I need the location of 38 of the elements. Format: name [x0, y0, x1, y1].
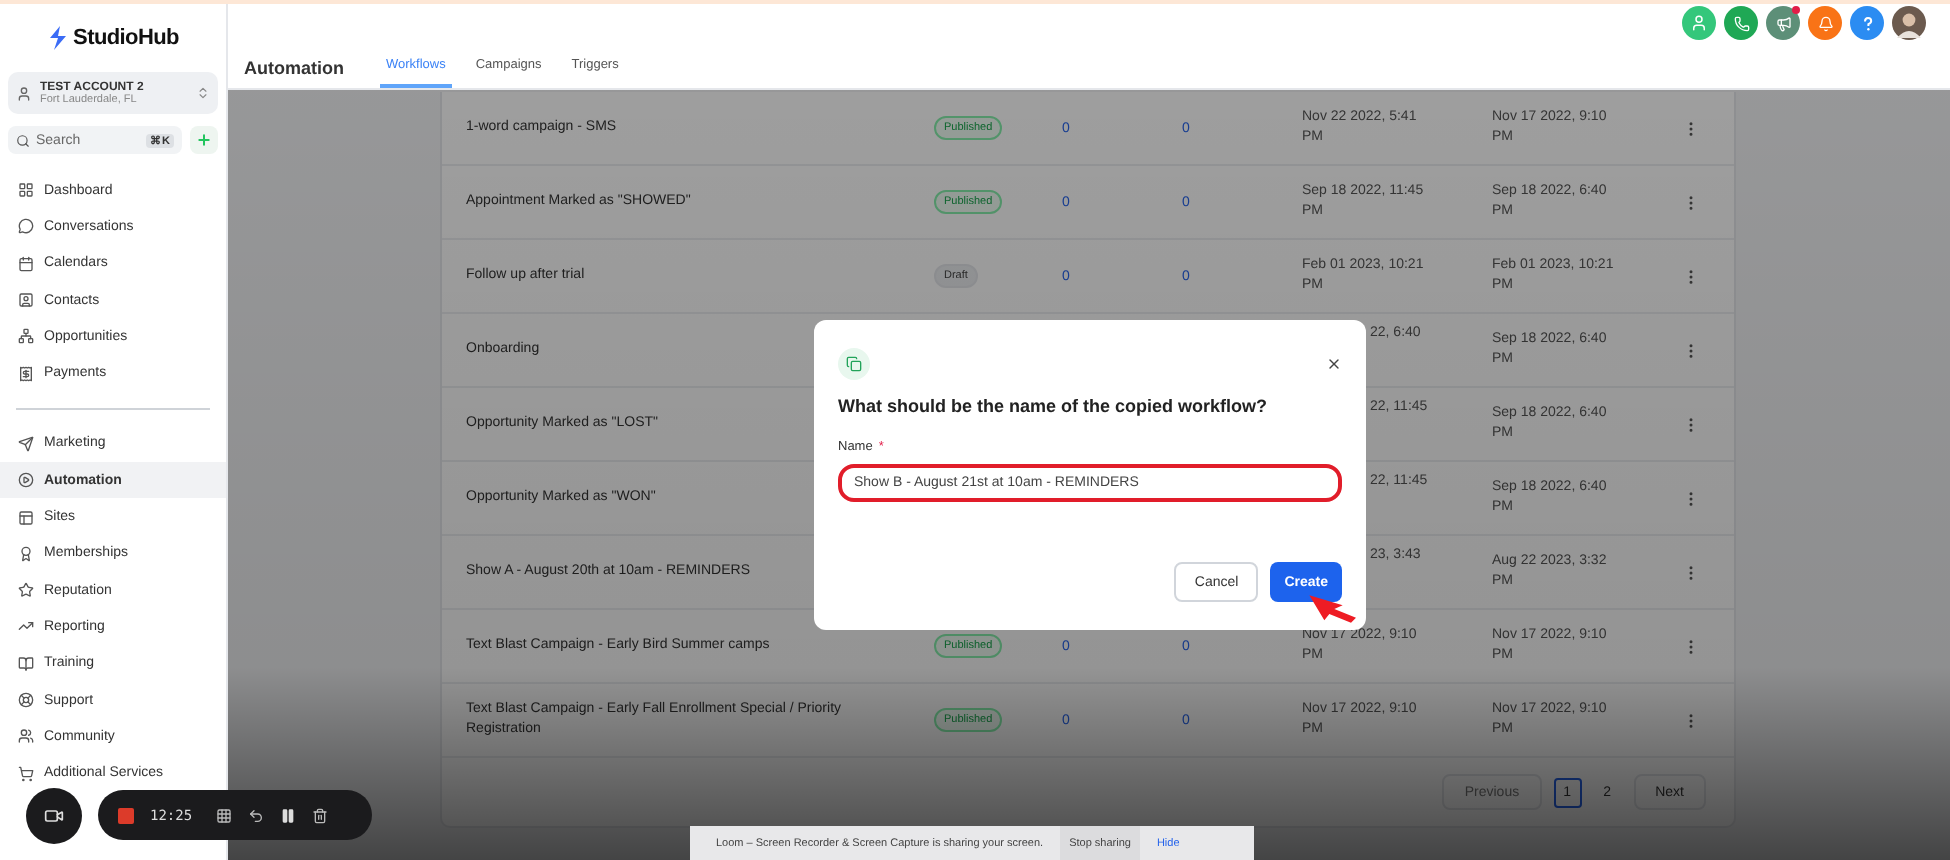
grid-icon	[18, 182, 34, 199]
contact-card-icon	[18, 292, 34, 309]
receipt-icon	[18, 365, 34, 382]
star-icon	[18, 582, 34, 599]
stop-button[interactable]	[118, 807, 134, 823]
app-logo: StudioHub	[73, 26, 179, 50]
arrow-annotation	[1309, 595, 1356, 623]
window-icon	[18, 509, 34, 526]
megaphone-icon[interactable]	[1766, 6, 1800, 40]
play-circle-icon	[18, 472, 34, 489]
cart-icon	[18, 765, 34, 782]
logo-icon	[47, 26, 68, 50]
chat-bubble-icon	[18, 218, 34, 235]
video-camera-icon	[44, 806, 64, 826]
phone-icon[interactable]	[1724, 6, 1758, 40]
calendar-icon	[18, 255, 34, 272]
award-icon	[18, 545, 34, 562]
undo-icon[interactable]	[248, 807, 265, 823]
people-icon	[18, 728, 34, 745]
trash-icon[interactable]	[312, 807, 329, 823]
page-title: Automation	[244, 58, 344, 82]
grid-icon[interactable]	[216, 807, 233, 823]
chevron-icon	[196, 86, 210, 100]
paper-plane-icon	[18, 435, 34, 452]
user-icon	[16, 85, 32, 101]
lifebuoy-icon	[18, 692, 34, 708]
pause-icon[interactable]	[280, 807, 297, 823]
copy-icon	[838, 348, 870, 380]
search-icon	[16, 133, 30, 147]
avatar[interactable]	[1892, 6, 1926, 40]
close-button[interactable]	[1326, 356, 1342, 372]
dialog-title: What should be the name of the copied workflow?	[838, 396, 1270, 416]
bell-icon[interactable]	[1808, 6, 1842, 40]
book-icon	[18, 655, 34, 672]
trend-icon	[18, 618, 34, 635]
network-icon	[18, 328, 34, 345]
help-icon[interactable]	[1850, 6, 1884, 40]
plus-icon	[196, 132, 212, 148]
